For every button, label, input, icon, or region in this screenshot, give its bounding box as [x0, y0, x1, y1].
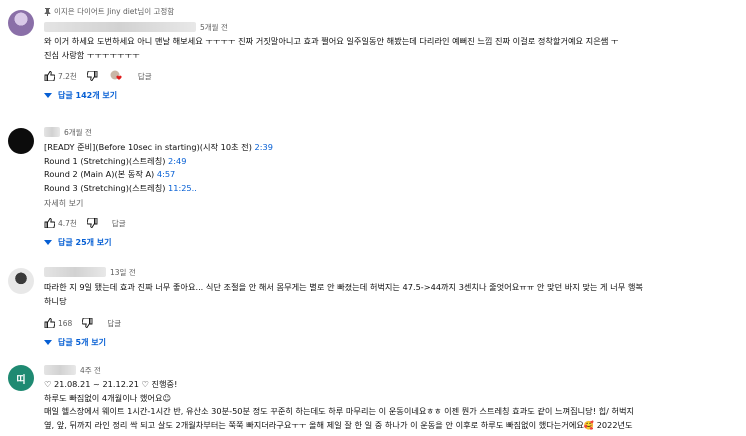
view-replies-button[interactable]: 답글 142개 보기 — [44, 86, 740, 104]
timestamp-link[interactable]: 2:39 — [255, 142, 273, 152]
comment-line: 하루도 빠짐없이 4개월이나 했어요☺ — [44, 392, 172, 403]
comment-actions: 7.2천 답글 — [44, 67, 740, 85]
comment-time[interactable]: 5개월 전 — [200, 22, 228, 33]
comment-time[interactable]: 6개월 전 — [64, 127, 92, 138]
author-name[interactable] — [44, 22, 196, 32]
comment-line: Round 2 (Main A)(본 동작 A) 4:57 — [44, 168, 740, 182]
comment-time[interactable]: 13일 전 — [110, 267, 136, 278]
thumbs-down-icon — [82, 318, 93, 328]
like-button[interactable]: 7.2천 — [44, 71, 77, 82]
thumbs-up-icon — [44, 318, 55, 328]
view-replies-button[interactable]: 답글 25개 보기 — [44, 233, 740, 251]
chevron-down-icon — [44, 239, 52, 245]
like-button[interactable]: 168 — [44, 318, 72, 328]
line-text: Round 3 (Stretching)(스트레칭) — [44, 182, 169, 193]
avatar[interactable]: 띠 — [8, 365, 34, 391]
comment-line: 옆, 앞, 뒤까지 라인 정리 싹 되고 살도 2개월차부터는 쭉쭉 빠지더라구… — [44, 419, 633, 430]
like-count: 4.7천 — [58, 218, 77, 228]
pin-icon — [44, 7, 51, 16]
reply-button[interactable]: 답글 — [112, 218, 126, 229]
comment-line: 하니당 — [44, 295, 67, 306]
avatar[interactable] — [8, 10, 34, 36]
comment-text: 와 이거 하세요 도번하세요 아니 맨날 해보세요 ㅜㅜㅜㅜ 진짜 거짓말아니고… — [44, 35, 740, 62]
pinned-text: 이지은 다이어트 Jiny diet님이 고정함 — [54, 7, 175, 16]
avatar-letter: 띠 — [16, 374, 26, 386]
line-text: Round 1 (Stretching)(스트레칭) — [44, 155, 169, 166]
read-more-button[interactable]: 자세히 보기 — [44, 197, 740, 211]
comment-line: 와 이거 하세요 도번하세요 아니 맨날 해보세요 ㅜㅜㅜㅜ 진짜 거짓말아니고… — [44, 36, 619, 46]
pinned-notice: 이지은 다이어트 Jiny diet님이 고정함 — [44, 6, 740, 17]
comment-line: 따라한 지 9일 됐는데 효과 진짜 너무 좋아요... 식단 조절을 안 해서… — [44, 282, 643, 292]
timestamp-link[interactable]: 11:25.. — [168, 183, 197, 193]
avatar[interactable] — [8, 128, 34, 154]
comment-line: Round 3 (Stretching)(스트레칭) 11:25.. — [44, 182, 740, 196]
reply-button[interactable]: 답글 — [107, 318, 121, 329]
timestamp-link[interactable]: 4:57 — [157, 169, 175, 179]
like-count: 7.2천 — [58, 71, 77, 81]
comment-line: 매일 헬스장에서 웨이트 1시간-1시간 반, 유산소 30분-50분 정도 꾸… — [44, 406, 635, 416]
comment-header: 6개월 전 — [44, 125, 740, 139]
thumbs-down-icon — [86, 71, 98, 81]
line-text: Round 2 (Main A)(본 동작 A) — [44, 169, 157, 179]
line-text: [READY 준비](Before 10sec in starting)(시작 … — [44, 142, 255, 152]
avatar[interactable] — [8, 268, 34, 294]
comment-text: [READY 준비](Before 10sec in starting)(시작 … — [44, 141, 740, 195]
view-replies-button[interactable]: 답글 5개 보기 — [44, 333, 740, 351]
creator-heart-icon — [110, 70, 124, 82]
author-name[interactable] — [44, 365, 76, 375]
like-count: 168 — [58, 318, 73, 328]
view-replies-label: 답글 25개 보기 — [58, 237, 112, 247]
comment-actions: 168 답글 — [44, 314, 740, 332]
dislike-button[interactable] — [86, 218, 98, 228]
comment-line: ♡ 21.08.21 ~ 21.12.21 ♡ 진행중! — [44, 379, 178, 389]
view-replies-label: 답글 142개 보기 — [58, 90, 118, 100]
comment-line: Round 1 (Stretching)(스트레칭) 2:49 — [44, 155, 740, 169]
comment-line: 진심 사랑함 ㅜㅜㅜㅜㅜㅜㅜ — [44, 49, 140, 60]
chevron-down-icon — [44, 92, 52, 98]
comment-header: 5개월 전 — [44, 20, 740, 34]
timestamp-link[interactable]: 2:49 — [168, 156, 186, 166]
author-name[interactable] — [44, 267, 106, 277]
view-replies-label: 답글 5개 보기 — [58, 337, 106, 347]
thumbs-up-icon — [44, 218, 55, 228]
comment-text: ♡ 21.08.21 ~ 21.12.21 ♡ 진행중! 하루도 빠짐없이 4개… — [44, 378, 740, 432]
dislike-button[interactable] — [86, 71, 98, 81]
author-name[interactable] — [44, 127, 60, 137]
comment-header: 4주 전 — [44, 363, 740, 377]
comment-text: 따라한 지 9일 됐는데 효과 진짜 너무 좋아요... 식단 조절을 안 해서… — [44, 281, 740, 308]
comment-actions: 4.7천 답글 — [44, 214, 740, 232]
comment-line: [READY 준비](Before 10sec in starting)(시작 … — [44, 141, 740, 155]
chevron-down-icon — [44, 339, 52, 345]
comment-time[interactable]: 4주 전 — [80, 365, 101, 376]
thumbs-down-icon — [86, 218, 98, 228]
thumbs-up-icon — [44, 71, 55, 81]
dislike-button[interactable] — [82, 318, 93, 328]
like-button[interactable]: 4.7천 — [44, 218, 77, 229]
comment-header: 13일 전 — [44, 265, 740, 279]
reply-button[interactable]: 답글 — [138, 71, 152, 82]
